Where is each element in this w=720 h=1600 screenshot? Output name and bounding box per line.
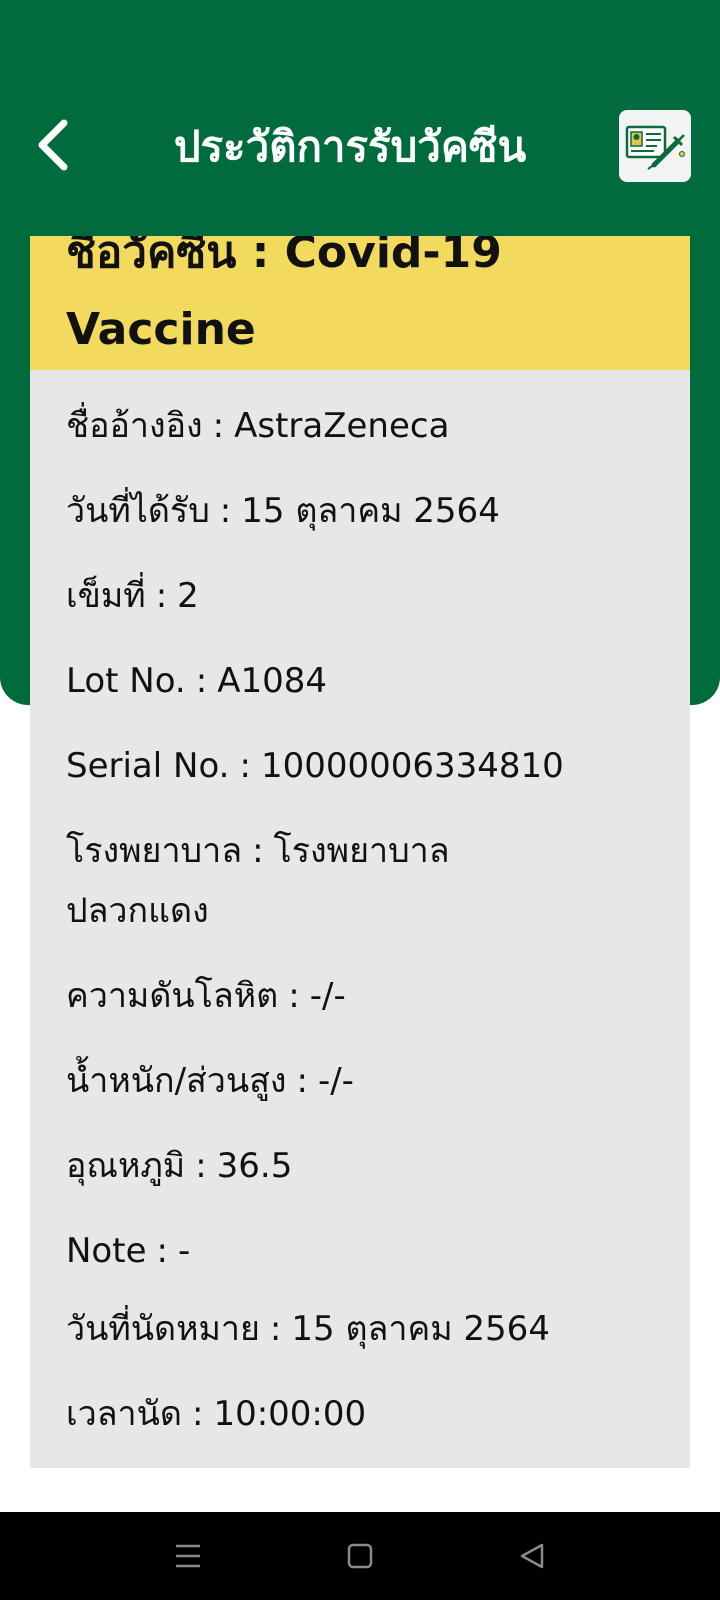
detail-label: เวลานัด: [66, 1394, 182, 1434]
detail-value: -/-: [309, 976, 346, 1016]
detail-separator: :: [219, 491, 232, 531]
detail-row-temperature: อุณหภูมิ:36.5: [66, 1136, 666, 1196]
detail-separator: :: [269, 1309, 282, 1349]
home-button[interactable]: [330, 1526, 390, 1586]
detail-row-dose-number: เข็มที่:2: [66, 566, 666, 626]
system-navigation-bar: [0, 1512, 720, 1600]
vaccine-name-separator: :: [251, 236, 270, 278]
detail-value: 15 ตุลาคม 2564: [241, 491, 500, 531]
detail-separator: :: [212, 406, 225, 446]
page-title: ประวัติการรับวัคซีน: [173, 122, 527, 171]
detail-label: น้ำหนัก/ส่วนสูง: [66, 1061, 287, 1101]
detail-label: วันที่ได้รับ: [66, 491, 210, 531]
detail-value: -/-: [317, 1061, 354, 1101]
triangle-back-icon: [520, 1543, 544, 1569]
detail-value: 2: [177, 576, 199, 616]
vaccine-name-banner: ชื่อวัคซีน : Covid-19 Vaccine: [30, 236, 690, 370]
detail-value: 10000006334810: [260, 746, 564, 786]
detail-value: 10:00:00: [213, 1394, 367, 1434]
detail-row-serial-number: Serial No.:10000006334810: [66, 736, 666, 796]
vaccine-name-label: ชื่อวัคซีน: [66, 236, 237, 278]
detail-separator: :: [252, 831, 264, 871]
recents-button[interactable]: [158, 1526, 218, 1586]
detail-row-lot-number: Lot No.: A1084: [66, 651, 666, 711]
detail-row-blood-pressure: ความดันโลหิต: -/-: [66, 966, 666, 1026]
detail-row-date-received: วันที่ได้รับ:15 ตุลาคม 2564: [66, 481, 666, 541]
detail-label: Serial No.: [66, 746, 230, 786]
vaccine-certificate-button[interactable]: [619, 110, 691, 182]
vaccine-name: ชื่อวัคซีน : Covid-19 Vaccine: [66, 236, 666, 368]
detail-row-hospital: โรงพยาบาล: โรงพยาบาลปลวกแดง: [66, 821, 506, 941]
menu-lines-icon: [176, 1544, 200, 1568]
detail-label: เข็มที่: [66, 576, 146, 616]
vaccine-record-card: ชื่อวัคซีน : Covid-19 Vaccine ชื่ออ้างอิ…: [30, 236, 690, 1468]
detail-value: 15 ตุลาคม 2564: [291, 1309, 550, 1349]
chevron-left-icon: [38, 119, 68, 171]
detail-label: อุณหภูมิ: [66, 1146, 186, 1186]
detail-value: 36.5: [216, 1146, 293, 1186]
detail-separator: :: [191, 1394, 204, 1434]
detail-label: Note: [66, 1231, 147, 1271]
detail-row-weight-height: น้ำหนัก/ส่วนสูง: -/-: [66, 1051, 666, 1111]
square-home-icon: [347, 1543, 373, 1569]
detail-row-note: Note: -: [66, 1221, 666, 1281]
detail-row-appointment-date: วันที่นัดหมาย:15 ตุลาคม 2564: [66, 1299, 666, 1359]
system-back-button[interactable]: [502, 1526, 562, 1586]
vaccine-certificate-icon: [625, 125, 685, 170]
detail-separator: :: [156, 1231, 168, 1271]
detail-label: โรงพยาบาล: [66, 831, 243, 871]
detail-separator: :: [296, 1061, 308, 1101]
detail-label: ความดันโลหิต: [66, 976, 279, 1016]
detail-separator: :: [288, 976, 300, 1016]
detail-value: -: [177, 1231, 191, 1271]
detail-label: วันที่นัดหมาย: [66, 1309, 260, 1349]
detail-separator: :: [195, 661, 208, 701]
detail-label: Lot No.: [66, 661, 186, 701]
detail-separator: :: [195, 1146, 207, 1186]
detail-label: ชื่ออ้างอิง: [66, 406, 203, 446]
detail-separator: :: [239, 746, 251, 786]
detail-value: AstraZeneca: [234, 406, 450, 446]
detail-row-reference-name: ชื่ออ้างอิง: AstraZeneca: [66, 396, 666, 456]
detail-separator: :: [155, 576, 168, 616]
detail-row-appointment-time: เวลานัด:10:00:00: [66, 1384, 666, 1444]
detail-value: A1084: [217, 661, 327, 701]
back-button[interactable]: [26, 110, 82, 180]
